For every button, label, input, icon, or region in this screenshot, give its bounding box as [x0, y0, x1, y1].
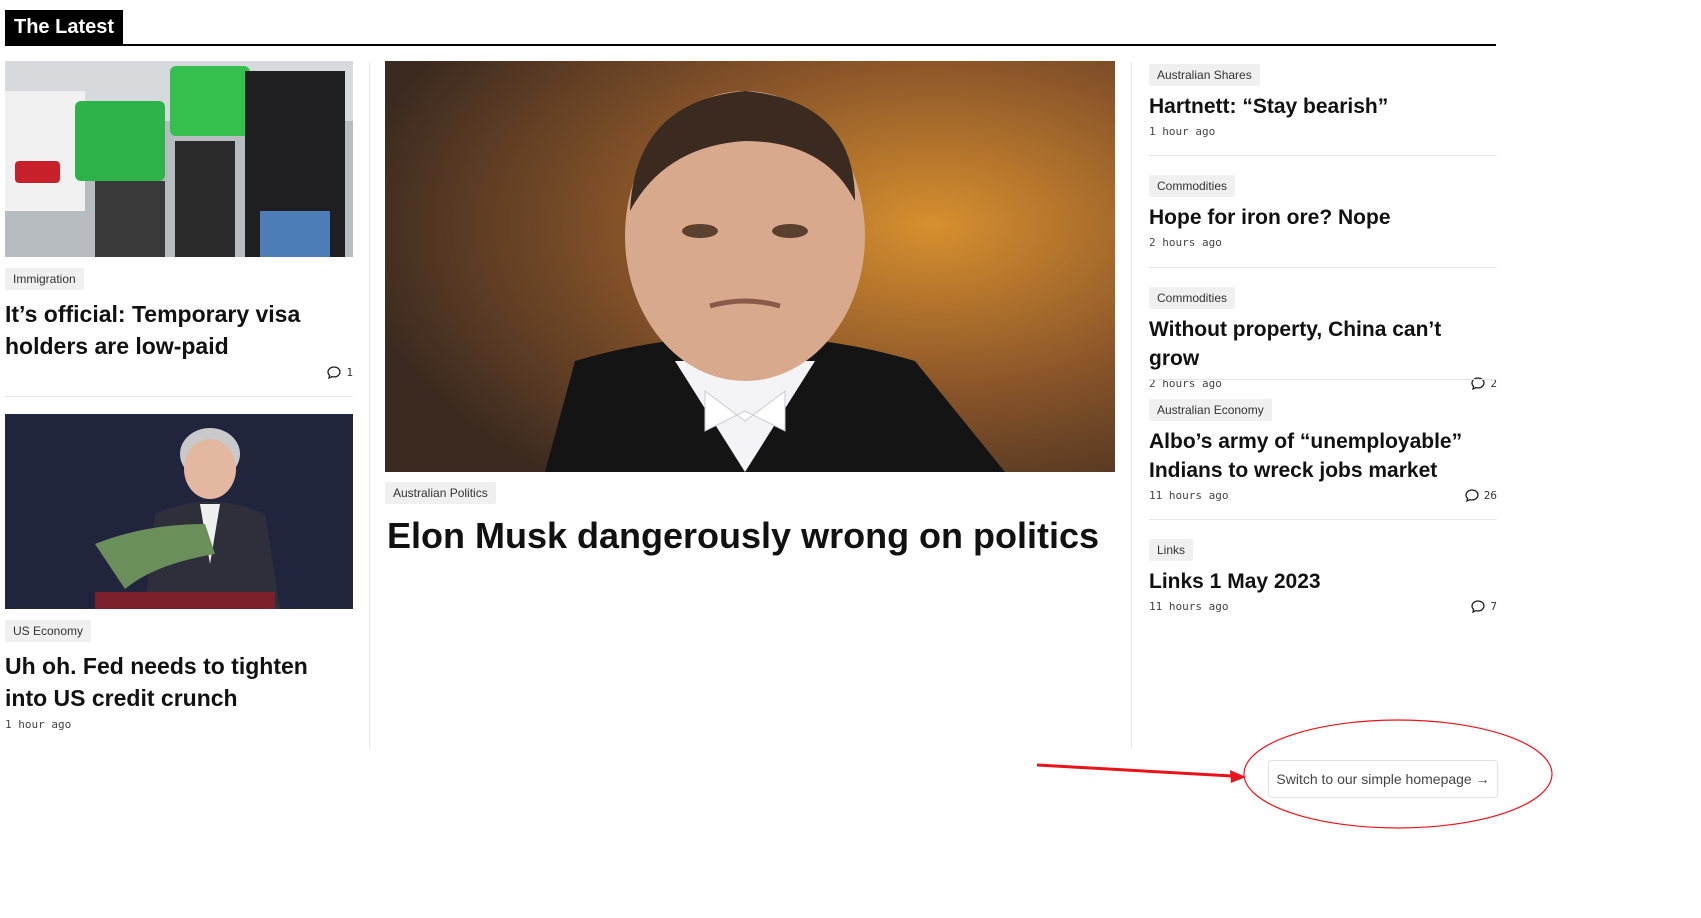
annotation-circle-icon — [1243, 719, 1553, 829]
annotation-overlay — [1036, 719, 1553, 829]
annotation-arrow-icon — [1036, 763, 1233, 778]
